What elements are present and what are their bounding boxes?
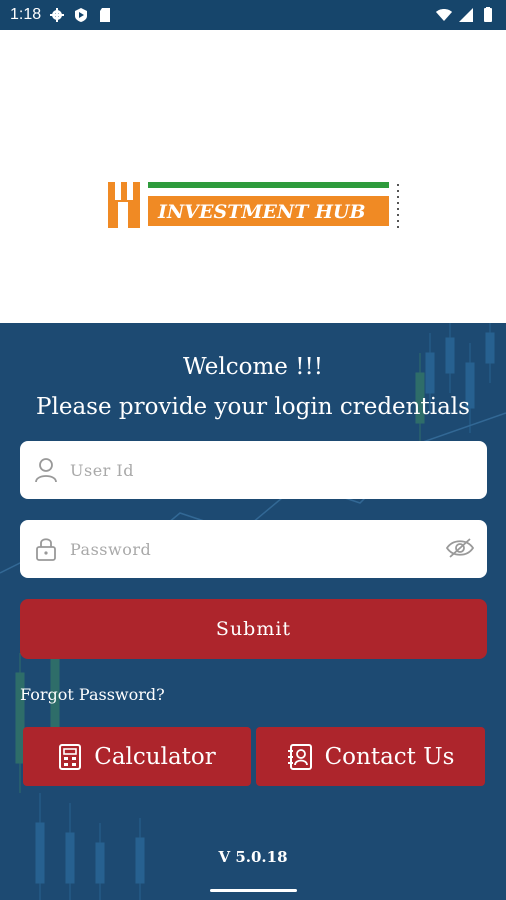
forgot-password-link[interactable]: Forgot Password? <box>20 685 165 704</box>
user-icon <box>35 458 57 483</box>
home-indicator[interactable] <box>210 889 297 892</box>
calculator-label: Calculator <box>94 743 216 770</box>
contact-us-button[interactable]: Contact Us <box>256 727 485 786</box>
calculator-button[interactable]: Calculator <box>23 727 251 786</box>
lock-icon <box>36 538 56 561</box>
user-id-input[interactable] <box>70 460 430 480</box>
logo-header: INVESTMENT HUB <box>0 30 506 323</box>
logo-text: INVESTMENT HUB <box>157 201 366 223</box>
play-protect-icon <box>75 8 88 22</box>
status-time: 1:18 <box>10 6 42 23</box>
welcome-title: Welcome !!! <box>183 354 323 380</box>
password-input[interactable] <box>70 539 430 559</box>
app-version: V 5.0.18 <box>218 848 288 866</box>
battery-icon <box>484 7 492 22</box>
calculator-icon <box>59 743 82 770</box>
status-bar: 1:18 <box>0 0 506 30</box>
user-id-field[interactable] <box>20 441 487 499</box>
signal-icon <box>459 8 473 22</box>
wifi-icon <box>436 9 452 21</box>
contact-card-icon <box>287 743 312 770</box>
gear-icon <box>50 8 65 22</box>
password-field[interactable] <box>20 520 487 578</box>
contact-us-label: Contact Us <box>324 743 455 770</box>
welcome-subtitle: Please provide your login credentials <box>36 394 470 420</box>
welcome-message: Welcome !!! Please provide your login cr… <box>0 347 506 427</box>
submit-button[interactable]: Submit <box>20 599 487 659</box>
login-panel: Welcome !!! Please provide your login cr… <box>0 323 506 900</box>
sd-card-icon <box>100 8 111 22</box>
investment-hub-logo: INVESTMENT HUB <box>108 182 399 232</box>
eye-slash-icon[interactable] <box>445 536 475 560</box>
